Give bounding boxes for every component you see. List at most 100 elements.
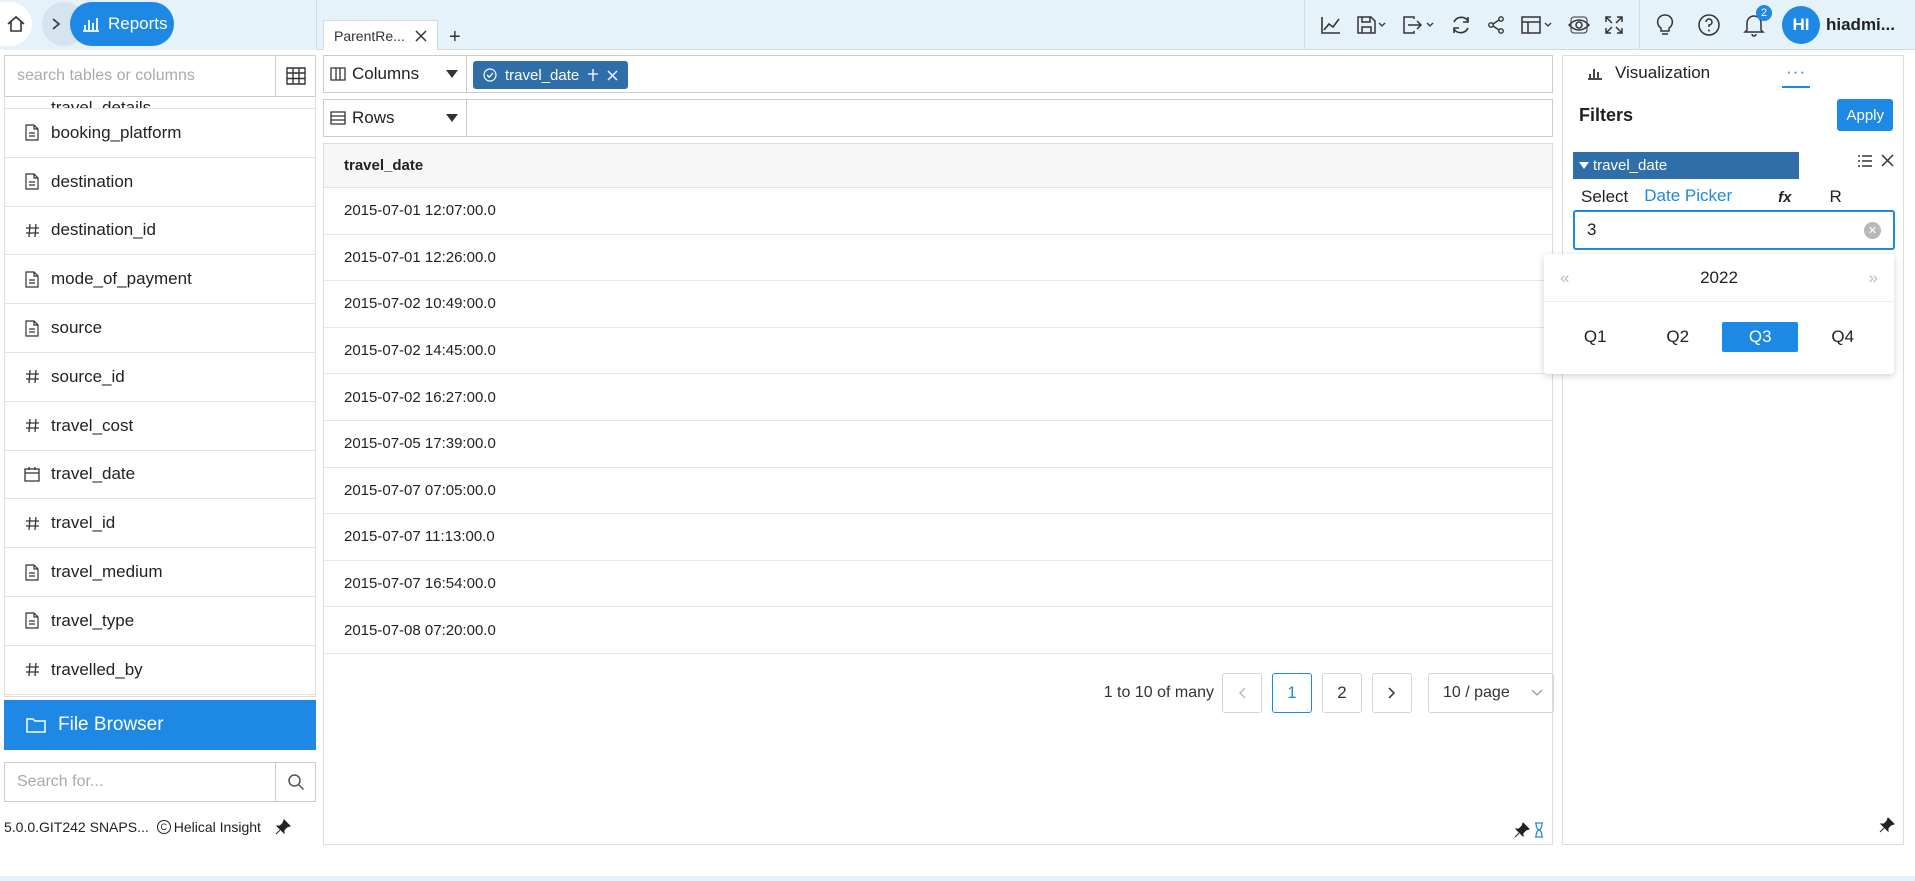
hash-icon (23, 368, 41, 386)
year-label[interactable]: 2022 (1700, 268, 1738, 288)
table-row[interactable]: 2015-07-07 11:13:00.0 (324, 514, 1552, 561)
add-tab-button[interactable]: + (442, 24, 468, 50)
list-item[interactable]: travel_medium (5, 548, 315, 597)
bar-chart-icon (1588, 69, 1602, 80)
refresh-button[interactable] (1443, 0, 1479, 50)
mode-date-picker[interactable]: Date Picker (1636, 182, 1741, 212)
list-item[interactable]: mode_of_payment (5, 255, 315, 305)
notifications-button[interactable]: 2 (1736, 0, 1772, 50)
tab-more[interactable]: ··· (1782, 58, 1811, 88)
text-icon (23, 124, 41, 142)
field-list: travel_details booking_platform destinati… (4, 97, 316, 697)
file-browser-button[interactable]: File Browser (4, 700, 316, 750)
user-menu[interactable]: HI hiadmi... (1782, 6, 1895, 44)
table-row[interactable]: 2015-07-08 07:20:00.0 (324, 607, 1552, 654)
list-item[interactable]: travel_details (5, 97, 315, 109)
table-header[interactable]: travel_date (324, 144, 1552, 188)
help-button[interactable] (1690, 0, 1728, 50)
pin-icon[interactable] (1879, 817, 1895, 833)
pin-icon[interactable] (1514, 822, 1530, 838)
columns-shelf-label[interactable]: Columns (324, 56, 467, 92)
table-row[interactable]: 2015-07-02 14:45:00.0 (324, 328, 1552, 375)
table-search (4, 55, 316, 97)
list-item[interactable]: destination_id (5, 206, 315, 256)
data-table: travel_date 2015-07-01 12:07:00.0 2015-07… (323, 143, 1554, 845)
text-icon (23, 612, 41, 630)
reports-breadcrumb-button[interactable]: Reports (70, 2, 174, 46)
chart-button[interactable] (1313, 0, 1349, 50)
list-item[interactable]: travel_type (5, 596, 315, 646)
share-button[interactable] (1479, 0, 1513, 50)
list-item[interactable]: booking_platform (5, 109, 315, 158)
mode-r[interactable]: R (1821, 182, 1849, 212)
notification-badge: 2 (1756, 5, 1772, 21)
save-button[interactable] (1349, 0, 1395, 50)
search-input[interactable] (5, 56, 275, 96)
list-item[interactable]: travel_date (5, 450, 315, 500)
table-row[interactable]: 2015-07-02 16:27:00.0 (324, 374, 1552, 421)
hourglass-icon (1535, 822, 1543, 838)
list-item[interactable]: destination (5, 157, 315, 207)
filter-field-chip[interactable]: travel_date (1573, 152, 1799, 179)
next-year-button[interactable]: » (1869, 268, 1878, 288)
pin-icon[interactable] (275, 819, 291, 835)
list-item[interactable]: travelled_by (5, 645, 315, 695)
apply-button[interactable]: Apply (1837, 99, 1893, 131)
table-row[interactable]: 2015-07-07 07:05:00.0 (324, 468, 1552, 515)
column-chip[interactable]: travel_date (473, 61, 629, 89)
close-icon[interactable] (415, 29, 427, 42)
field-label: travel_id (51, 513, 116, 533)
quarter-picker-popup: « 2022 » Q1 Q2 Q3 Q4 (1544, 254, 1894, 374)
file-search-input[interactable] (5, 763, 275, 801)
quarter-q2[interactable]: Q2 (1640, 322, 1716, 352)
quarter-q4[interactable]: Q4 (1805, 322, 1881, 352)
next-page-button[interactable] (1372, 673, 1412, 713)
field-label: travel_details (51, 98, 152, 109)
close-icon[interactable] (1881, 154, 1894, 167)
table-row[interactable]: 2015-07-01 12:26:00.0 (324, 235, 1552, 282)
list-icon[interactable] (1857, 154, 1873, 168)
table-cell: 2015-07-02 16:27:00.0 (344, 388, 496, 406)
mode-select[interactable]: Select (1573, 182, 1636, 212)
quarter-q3[interactable]: Q3 (1722, 322, 1799, 352)
rows-shelf-label[interactable]: Rows (324, 100, 467, 136)
columns-icon (330, 67, 346, 81)
drag-handle-icon[interactable] (587, 68, 599, 82)
prev-year-button[interactable]: « (1560, 268, 1569, 288)
prev-page-button[interactable] (1222, 673, 1262, 713)
date-picker-input[interactable]: 3 ✕ (1573, 210, 1895, 250)
table-row[interactable]: 2015-07-07 16:54:00.0 (324, 561, 1552, 608)
date-input-value: 3 (1587, 220, 1597, 239)
clear-icon[interactable]: ✕ (1864, 221, 1881, 239)
list-item[interactable]: travel_cost (5, 401, 315, 451)
quarter-q1[interactable]: Q1 (1557, 322, 1633, 352)
list-item[interactable]: source_id (5, 352, 315, 402)
list-item[interactable]: travel_id (5, 499, 315, 549)
right-panel-footer (1879, 817, 1895, 838)
rows-icon (330, 111, 346, 125)
table-row[interactable]: 2015-07-05 17:39:00.0 (324, 421, 1552, 468)
page-2-button[interactable]: 2 (1322, 673, 1362, 713)
fullscreen-button[interactable] (1597, 0, 1631, 50)
table-row[interactable]: 2015-07-02 10:49:00.0 (324, 281, 1552, 328)
tab-parent-report[interactable]: ParentRe... (323, 20, 438, 50)
tips-button[interactable] (1648, 0, 1682, 50)
column-header: travel_date (344, 157, 424, 174)
mode-fx[interactable]: fx (1770, 182, 1799, 212)
preview-button[interactable] (1561, 0, 1597, 50)
layout-button[interactable] (1513, 0, 1561, 50)
list-item[interactable]: source (5, 304, 315, 353)
tab-visualization[interactable]: Visualization (1615, 63, 1710, 83)
calendar-icon (23, 465, 41, 483)
home-button[interactable] (0, 2, 32, 46)
export-button[interactable] (1395, 0, 1443, 50)
hash-icon (23, 417, 41, 435)
close-icon[interactable] (607, 70, 618, 81)
page-1-button[interactable]: 1 (1272, 673, 1312, 713)
reports-label: Reports (108, 14, 168, 33)
page-size-select[interactable]: 10 / page (1428, 673, 1554, 713)
table-cell: 2015-07-07 07:05:00.0 (344, 481, 496, 499)
search-button[interactable] (275, 763, 315, 801)
table-row[interactable]: 2015-07-01 12:07:00.0 (324, 188, 1552, 235)
table-view-button[interactable] (275, 56, 315, 96)
